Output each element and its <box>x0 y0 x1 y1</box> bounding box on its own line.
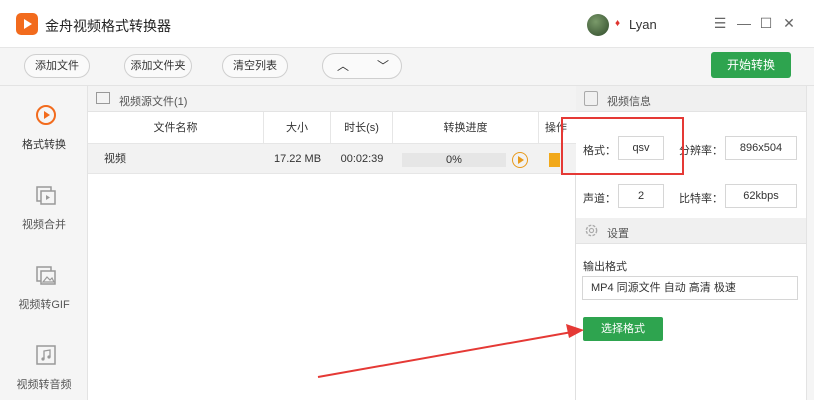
output-format-label: 输出格式 <box>583 261 627 273</box>
sidebar-item-video-merge[interactable]: 视频合并 <box>0 174 88 254</box>
video-merge-icon <box>36 186 56 205</box>
sidebar-item-label: 视频转GIF <box>18 299 70 311</box>
column-header-size: 大小 <box>264 112 331 144</box>
bitrate-value: 62kbps <box>725 184 797 208</box>
title-bar: 金舟视频格式转换器 ♦ Lyan ☰ — ☐ ✕ <box>0 0 814 48</box>
video-info-title: 视频信息 <box>607 96 651 108</box>
bitrate-label: 比特率： <box>679 193 723 205</box>
column-header-duration: 时长(s) <box>331 112 393 144</box>
app-logo-icon <box>16 13 38 35</box>
add-file-button[interactable]: 添加文件 <box>24 54 90 78</box>
add-folder-button[interactable]: 添加文件夹 <box>124 54 192 78</box>
sidebar-item-video-gif[interactable]: 视频转GIF <box>0 254 88 334</box>
film-icon <box>96 92 110 104</box>
sidebar-item-label: 视频转音频 <box>16 379 72 391</box>
column-header-progress: 转换进度 <box>393 112 539 144</box>
sidebar-item-format-convert[interactable]: 格式转换 <box>0 86 88 166</box>
user-avatar[interactable] <box>587 14 609 36</box>
play-icon[interactable] <box>512 152 528 168</box>
column-header-name: 文件名称 <box>88 112 264 144</box>
clear-list-button[interactable]: 清空列表 <box>222 54 288 78</box>
file-panel: 视频源文件(1) 文件名称 大小 时长(s) 转换进度 操作 视频 17.22 … <box>88 86 576 400</box>
move-down-button[interactable]: ﹀ <box>363 54 403 78</box>
resolution-label: 分辨率： <box>679 145 723 157</box>
minimize-button[interactable]: — <box>734 13 754 33</box>
app-title: 金舟视频格式转换器 <box>45 18 171 34</box>
sidebar-item-label: 视频合并 <box>22 219 66 231</box>
sidebar: 格式转换 视频合并 视频转GIF 视频转音频 <box>0 86 88 400</box>
right-edge-strip <box>806 86 814 400</box>
channel-value: 2 <box>618 184 664 208</box>
format-convert-icon <box>36 105 56 125</box>
progress-text: 0% <box>446 154 462 166</box>
gear-icon <box>585 224 598 237</box>
file-duration-cell: 00:02:39 <box>331 144 393 174</box>
delete-icon[interactable] <box>549 153 560 167</box>
channel-label: 声道： <box>583 193 616 205</box>
file-name-cell: 视频 <box>88 144 264 174</box>
maximize-button[interactable]: ☐ <box>756 13 776 33</box>
video-info-header: 视频信息 <box>576 86 806 112</box>
move-up-button[interactable]: ︿ <box>323 54 363 78</box>
resolution-value: 896x504 <box>725 136 797 160</box>
video-gif-icon <box>36 266 56 285</box>
select-format-button[interactable]: 选择格式 <box>583 317 663 341</box>
settings-title: 设置 <box>607 228 629 240</box>
vip-diamond-icon: ♦ <box>615 18 621 29</box>
video-audio-icon <box>36 345 56 365</box>
start-convert-button[interactable]: 开始转换 <box>711 52 791 78</box>
sidebar-item-video-audio[interactable]: 视频转音频 <box>0 334 88 400</box>
video-info-icon <box>584 91 598 106</box>
move-button-group: ︿ ﹀ <box>322 53 402 79</box>
menu-icon[interactable]: ☰ <box>710 13 730 33</box>
user-name[interactable]: Lyan <box>629 17 657 32</box>
sidebar-item-label: 格式转换 <box>22 139 66 151</box>
file-list-title: 视频源文件(1) <box>119 96 188 108</box>
highlight-box <box>561 117 684 175</box>
file-size-cell: 17.22 MB <box>264 144 331 174</box>
toolbar: 添加文件 添加文件夹 清空列表 ︿ ﹀ 开始转换 <box>0 48 814 86</box>
file-list-header: 视频源文件(1) <box>88 86 576 112</box>
output-format-field[interactable]: MP4 同源文件 自动 高清 极速 <box>582 276 798 300</box>
close-button[interactable]: ✕ <box>779 13 799 33</box>
settings-header: 设置 <box>576 218 806 244</box>
